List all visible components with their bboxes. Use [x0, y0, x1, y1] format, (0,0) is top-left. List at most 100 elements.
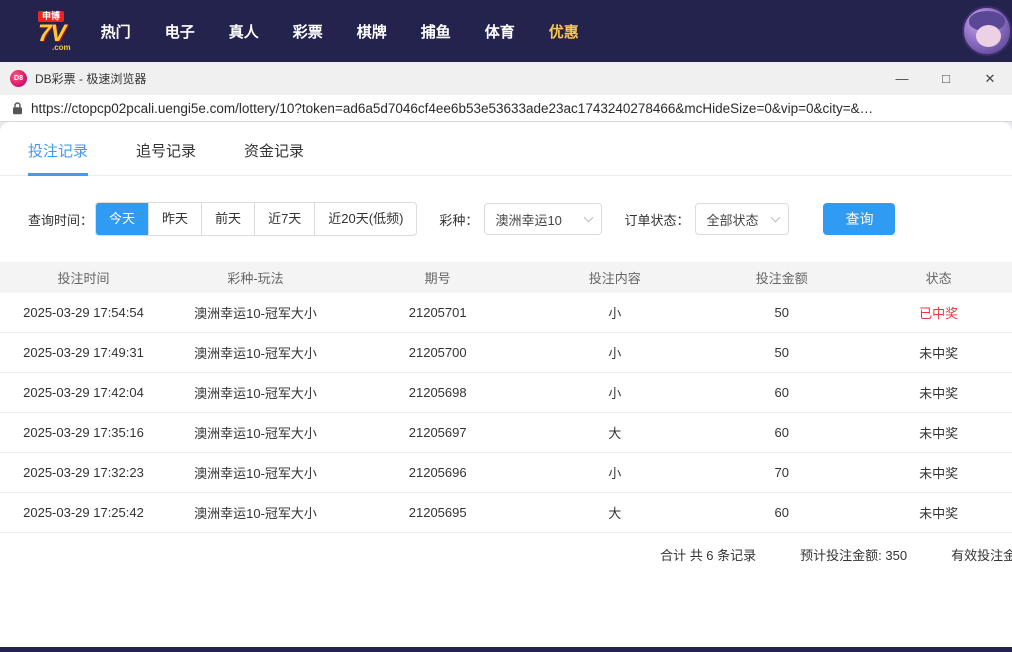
table-header-row: 投注时间 彩种-玩法 期号 投注内容 投注金额 状态 [0, 262, 1012, 293]
cell-game: 澳洲幸运10-冠军大小 [194, 506, 317, 521]
time-option-today[interactable]: 今天 [96, 203, 149, 235]
tab-bet-records[interactable]: 投注记录 [28, 140, 89, 176]
summary-valid-amount: 有效投注金额: 350 [951, 547, 1012, 563]
cell-issue: 21205700 [408, 345, 467, 360]
lottery-select-value: 澳洲幸运10 [495, 212, 562, 228]
cell-game: 澳洲幸运10-冠军大小 [194, 306, 317, 321]
nav-item-board[interactable]: 棋牌 [357, 21, 387, 42]
cell-status: 已中奖 [919, 306, 959, 321]
browser-app-icon: D8 [10, 70, 27, 87]
cell-bet-time: 2025-03-29 17:49:31 [23, 345, 144, 360]
cell-content: 小 [608, 466, 622, 481]
cell-status: 未中奖 [919, 466, 959, 481]
cell-bet-time: 2025-03-29 17:42:04 [23, 385, 144, 400]
records-card: 投注记录 追号记录 资金记录 查询时间： 今天 昨天 前天 近7天 近20天(低… [0, 122, 1012, 647]
col-header-game: 彩种-玩法 [227, 271, 284, 286]
chevron-down-icon [583, 212, 594, 222]
nav-item-lottery[interactable]: 彩票 [293, 21, 323, 42]
time-range-segment: 今天 昨天 前天 近7天 近20天(低频) [95, 202, 418, 236]
cell-issue: 21205696 [408, 465, 467, 480]
cell-amount: 60 [774, 505, 789, 520]
table-row: 2025-03-29 17:25:42 澳洲幸运10-冠军大小 21205695… [0, 493, 1012, 533]
cell-amount: 60 [774, 425, 789, 440]
lock-icon[interactable] [12, 101, 23, 115]
cell-bet-time: 2025-03-29 17:25:42 [23, 505, 144, 520]
bet-records-table: 投注时间 彩种-玩法 期号 投注内容 投注金额 状态 2025-03-29 17… [0, 262, 1012, 575]
nav-menu: 热门 电子 真人 彩票 棋牌 捕鱼 体育 优惠 [101, 21, 579, 42]
bottom-edge-bar [0, 647, 1012, 652]
maximize-button[interactable]: □ [924, 62, 968, 95]
status-filter-label: 订单状态： [624, 212, 690, 228]
window-title: DB彩票 - 极速浏览器 [35, 72, 147, 86]
nav-item-fishing[interactable]: 捕鱼 [421, 21, 451, 42]
cell-bet-time: 2025-03-29 17:35:16 [23, 425, 144, 440]
table-row: 2025-03-29 17:42:04 澳洲幸运10-冠军大小 21205698… [0, 373, 1012, 413]
time-option-yesterday[interactable]: 昨天 [148, 203, 202, 235]
nav-item-hot[interactable]: 热门 [101, 21, 131, 42]
table-row: 2025-03-29 17:35:16 澳洲幸运10-冠军大小 21205697… [0, 413, 1012, 453]
cell-amount: 70 [774, 465, 789, 480]
cell-amount: 50 [774, 305, 789, 320]
cell-status: 未中奖 [919, 426, 959, 441]
logo-sub: .com [52, 42, 71, 52]
cell-game: 澳洲幸运10-冠军大小 [194, 466, 317, 481]
chevron-down-icon [771, 212, 781, 222]
cell-amount: 60 [774, 385, 789, 400]
time-option-day-before[interactable]: 前天 [201, 203, 255, 235]
cell-bet-time: 2025-03-29 17:54:54 [23, 305, 144, 320]
time-option-7days[interactable]: 近7天 [254, 203, 315, 235]
time-option-20days[interactable]: 近20天(低频) [314, 203, 417, 235]
address-bar[interactable]: https://ctopcp02pcali.uengi5e.com/lotter… [0, 95, 1012, 122]
nav-item-slots[interactable]: 电子 [165, 21, 195, 42]
lottery-select[interactable]: 澳洲幸运10 [484, 203, 603, 235]
table-row: 2025-03-29 17:54:54 澳洲幸运10-冠军大小 21205701… [0, 293, 1012, 333]
col-header-issue: 期号 [424, 271, 451, 286]
col-header-status: 状态 [925, 271, 952, 286]
user-avatar[interactable] [962, 6, 1012, 56]
table-row: 2025-03-29 17:49:31 澳洲幸运10-冠军大小 21205700… [0, 333, 1012, 373]
cell-status: 未中奖 [919, 506, 959, 521]
cell-content: 大 [608, 506, 622, 521]
cell-content: 小 [608, 306, 622, 321]
summary-total-count: 合计 共 6 条记录 [660, 547, 757, 563]
cell-status: 未中奖 [919, 386, 959, 401]
cell-issue: 21205695 [408, 505, 467, 520]
cell-game: 澳洲幸运10-冠军大小 [194, 426, 317, 441]
nav-item-live[interactable]: 真人 [229, 21, 259, 42]
cell-issue: 21205697 [408, 425, 467, 440]
query-button[interactable]: 查询 [823, 203, 896, 235]
url-text[interactable]: https://ctopcp02pcali.uengi5e.com/lotter… [31, 101, 873, 116]
cell-status: 未中奖 [919, 346, 959, 361]
table-summary: 合计 共 6 条记录 预计投注金额: 350 有效投注金额: 350 [0, 533, 1012, 575]
cell-game: 澳洲幸运10-冠军大小 [194, 346, 317, 361]
cell-content: 小 [608, 386, 622, 401]
site-logo[interactable]: 申博 7V .com [38, 10, 71, 52]
cell-content: 小 [608, 346, 622, 361]
table-row: 2025-03-29 17:32:23 澳洲幸运10-冠军大小 21205696… [0, 453, 1012, 493]
nav-item-promo[interactable]: 优惠 [549, 21, 579, 42]
logo-main: 7V [38, 19, 66, 47]
time-filter-label: 查询时间： [28, 212, 94, 228]
status-select-value: 全部状态 [706, 212, 759, 228]
nav-item-sports[interactable]: 体育 [485, 21, 515, 42]
browser-titlebar: D8 DB彩票 - 极速浏览器 — □ ✕ [0, 62, 1012, 95]
cell-bet-time: 2025-03-29 17:32:23 [23, 465, 144, 480]
tab-chase-records[interactable]: 追号记录 [136, 140, 196, 175]
close-button[interactable]: ✕ [968, 62, 1012, 95]
table-body: 2025-03-29 17:54:54 澳洲幸运10-冠军大小 21205701… [0, 293, 1012, 533]
page-content: 投注记录 追号记录 资金记录 查询时间： 今天 昨天 前天 近7天 近20天(低… [0, 122, 1012, 647]
summary-expected-amount: 预计投注金额: 350 [800, 547, 908, 563]
cell-content: 大 [608, 426, 622, 441]
window-controls: — □ ✕ [880, 62, 1012, 95]
cell-game: 澳洲幸运10-冠军大小 [194, 386, 317, 401]
order-status-select[interactable]: 全部状态 [695, 203, 790, 235]
minimize-button[interactable]: — [880, 62, 924, 95]
col-header-amount: 投注金额 [755, 271, 808, 286]
tab-fund-records[interactable]: 资金记录 [244, 140, 304, 175]
col-header-bet-time: 投注时间 [57, 271, 110, 286]
lottery-filter-label: 彩种： [439, 212, 479, 228]
col-header-content: 投注内容 [588, 271, 641, 286]
site-nav: 申博 7V .com 热门 电子 真人 彩票 棋牌 捕鱼 体育 优惠 [0, 0, 1012, 62]
cell-issue: 21205698 [408, 385, 467, 400]
filter-bar: 查询时间： 今天 昨天 前天 近7天 近20天(低频) 彩种： 澳洲幸运10 订… [28, 202, 984, 236]
